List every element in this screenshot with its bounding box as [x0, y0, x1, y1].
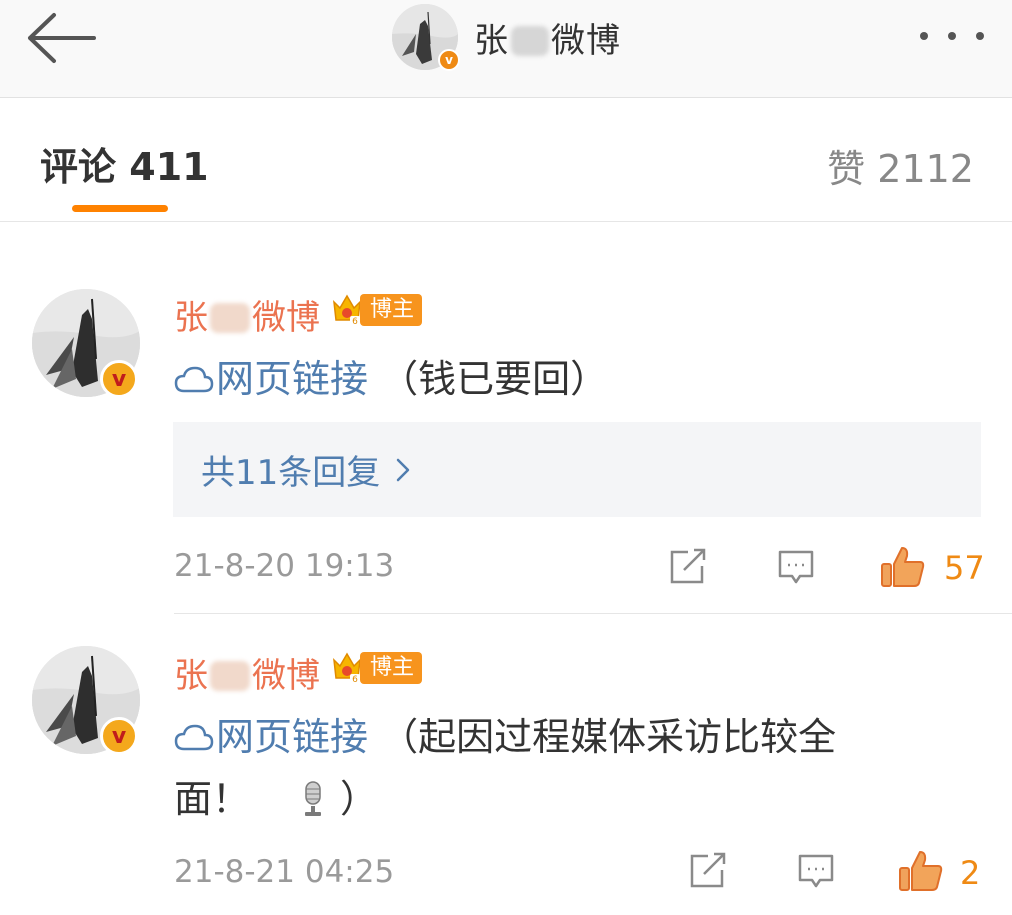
back-arrow-icon[interactable]: [24, 12, 98, 64]
active-tab-indicator: [72, 205, 168, 212]
commenter-name[interactable]: 张微博: [174, 648, 320, 697]
verified-badge-icon: v: [100, 717, 138, 755]
blurred-text: [210, 303, 250, 333]
web-link[interactable]: 网页链接: [174, 357, 368, 401]
microphone-icon: [305, 781, 322, 816]
blurred-text: [210, 661, 250, 691]
reply-comment-icon[interactable]: [776, 548, 816, 586]
crown-vip-icon: 6: [333, 294, 361, 326]
like-count: 57: [944, 549, 985, 587]
web-link[interactable]: 网页链接: [174, 715, 368, 759]
comment-text: 网页链接 （起因过程媒体采访比较全: [174, 706, 836, 768]
crown-vip-icon: 6: [333, 652, 361, 684]
thumbs-up-icon[interactable]: [880, 544, 926, 590]
thumbs-up-icon[interactable]: [898, 848, 944, 894]
comment-text: 网页链接 （钱已要回）: [174, 348, 608, 410]
comment-item: v 张微博 6 博主 网页链接 （钱已要回） 共11条回复 21-8-20 19…: [0, 222, 1012, 614]
comment-item: v 张微博 6 博主 网页链接 （起因过程媒体采访比较全 面！） 21-8-21…: [0, 614, 1012, 915]
like-count: 2: [960, 854, 981, 892]
comment-text-continued: 面！）: [174, 777, 379, 821]
verified-badge-icon: v: [438, 49, 460, 71]
comment-timestamp: 21-8-20 19:13: [174, 548, 395, 584]
author-tag: 博主: [360, 652, 423, 684]
author-tag: 博主: [360, 294, 423, 326]
top-nav-bar: 张微博 v: [0, 0, 1012, 98]
view-replies-button[interactable]: 共11条回复: [173, 422, 981, 517]
svg-text:6: 6: [352, 317, 358, 326]
svg-text:6: 6: [352, 675, 358, 684]
tab-likes[interactable]: 赞 2112: [827, 138, 974, 193]
more-options-icon[interactable]: [912, 16, 992, 56]
link-cloud-icon: [174, 724, 214, 751]
link-cloud-icon: [174, 366, 214, 393]
reply-comment-icon[interactable]: [796, 852, 836, 890]
tab-comments[interactable]: 评论 411: [40, 136, 209, 191]
repost-icon[interactable]: [668, 548, 708, 586]
comment-tabs: 评论 411 赞 2112: [0, 98, 1012, 222]
repost-icon[interactable]: [688, 852, 728, 890]
verified-badge-icon: v: [100, 360, 138, 398]
header-name: 张微博: [474, 20, 621, 61]
blurred-text: [511, 25, 549, 56]
commenter-name[interactable]: 张微博: [174, 290, 320, 339]
chevron-right-icon: [397, 458, 410, 481]
comment-timestamp: 21-8-21 04:25: [174, 854, 395, 890]
header-title[interactable]: 张微博: [392, 4, 621, 70]
